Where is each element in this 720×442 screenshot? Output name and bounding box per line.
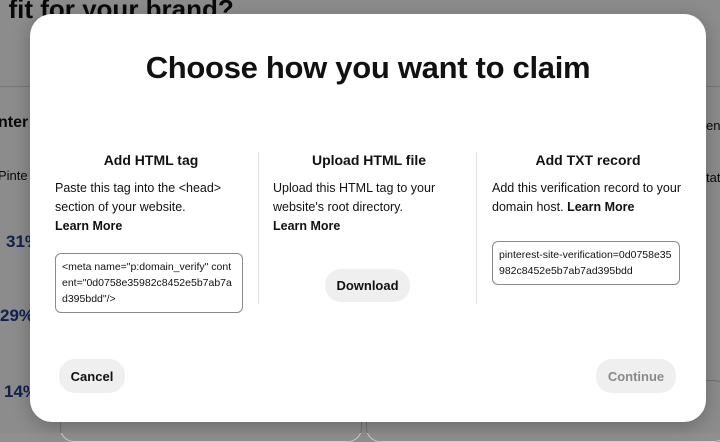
learn-more-link[interactable]: Learn More [567, 200, 634, 214]
option-title: Add TXT record [535, 152, 641, 168]
learn-more-link[interactable]: Learn More [273, 219, 340, 233]
html-tag-code-field[interactable]: <meta name="p:domain_verify" content="0d… [55, 253, 243, 313]
option-title: Add HTML tag [103, 152, 199, 168]
download-button[interactable]: Download [325, 269, 410, 302]
option-description: Upload this HTML tag to your website's r… [273, 179, 465, 236]
column-divider [476, 152, 477, 304]
option-html-tag: Add HTML tag Paste this tag into the <he… [55, 152, 247, 313]
option-description: Add this verification record to your dom… [492, 179, 684, 217]
modal-title: Choose how you want to claim [145, 50, 591, 85]
option-description-text: Paste this tag into the <head> section o… [55, 181, 222, 214]
txt-record-code-field[interactable]: pinterest-site-verification=0d0758e35982… [492, 241, 680, 285]
continue-button[interactable]: Continue [596, 359, 676, 393]
column-divider [258, 152, 259, 304]
option-txt-record: Add TXT record Add this verification rec… [492, 152, 684, 285]
claim-modal: Choose how you want to claim Add HTML ta… [30, 14, 706, 422]
option-upload-html-file: Upload HTML file Upload this HTML tag to… [273, 152, 465, 236]
cancel-button[interactable]: Cancel [59, 359, 125, 393]
option-description-text: Upload this HTML tag to your website's r… [273, 181, 436, 214]
learn-more-link[interactable]: Learn More [55, 219, 122, 233]
option-description: Paste this tag into the <head> section o… [55, 179, 247, 236]
option-title: Upload HTML file [311, 152, 427, 168]
